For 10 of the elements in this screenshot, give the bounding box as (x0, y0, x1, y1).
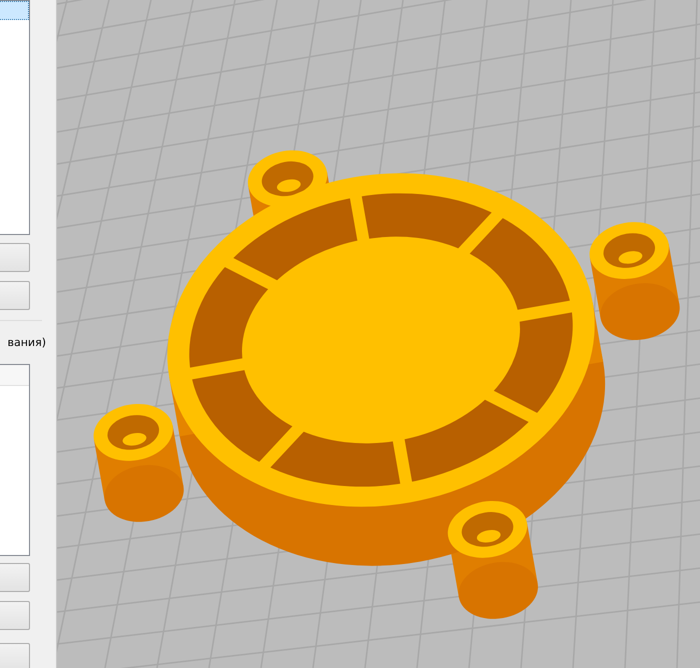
panel-button[interactable] (0, 643, 30, 668)
panel-button[interactable] (0, 563, 30, 592)
3d-viewport[interactable] (57, 0, 700, 668)
list-box[interactable] (0, 0, 30, 235)
list-box[interactable] (0, 364, 30, 556)
panel-button[interactable] (0, 243, 30, 272)
panel-button[interactable] (0, 601, 30, 630)
panel-button[interactable] (0, 281, 30, 310)
list-row[interactable] (0, 1, 29, 20)
group-label: вания) (8, 336, 46, 349)
